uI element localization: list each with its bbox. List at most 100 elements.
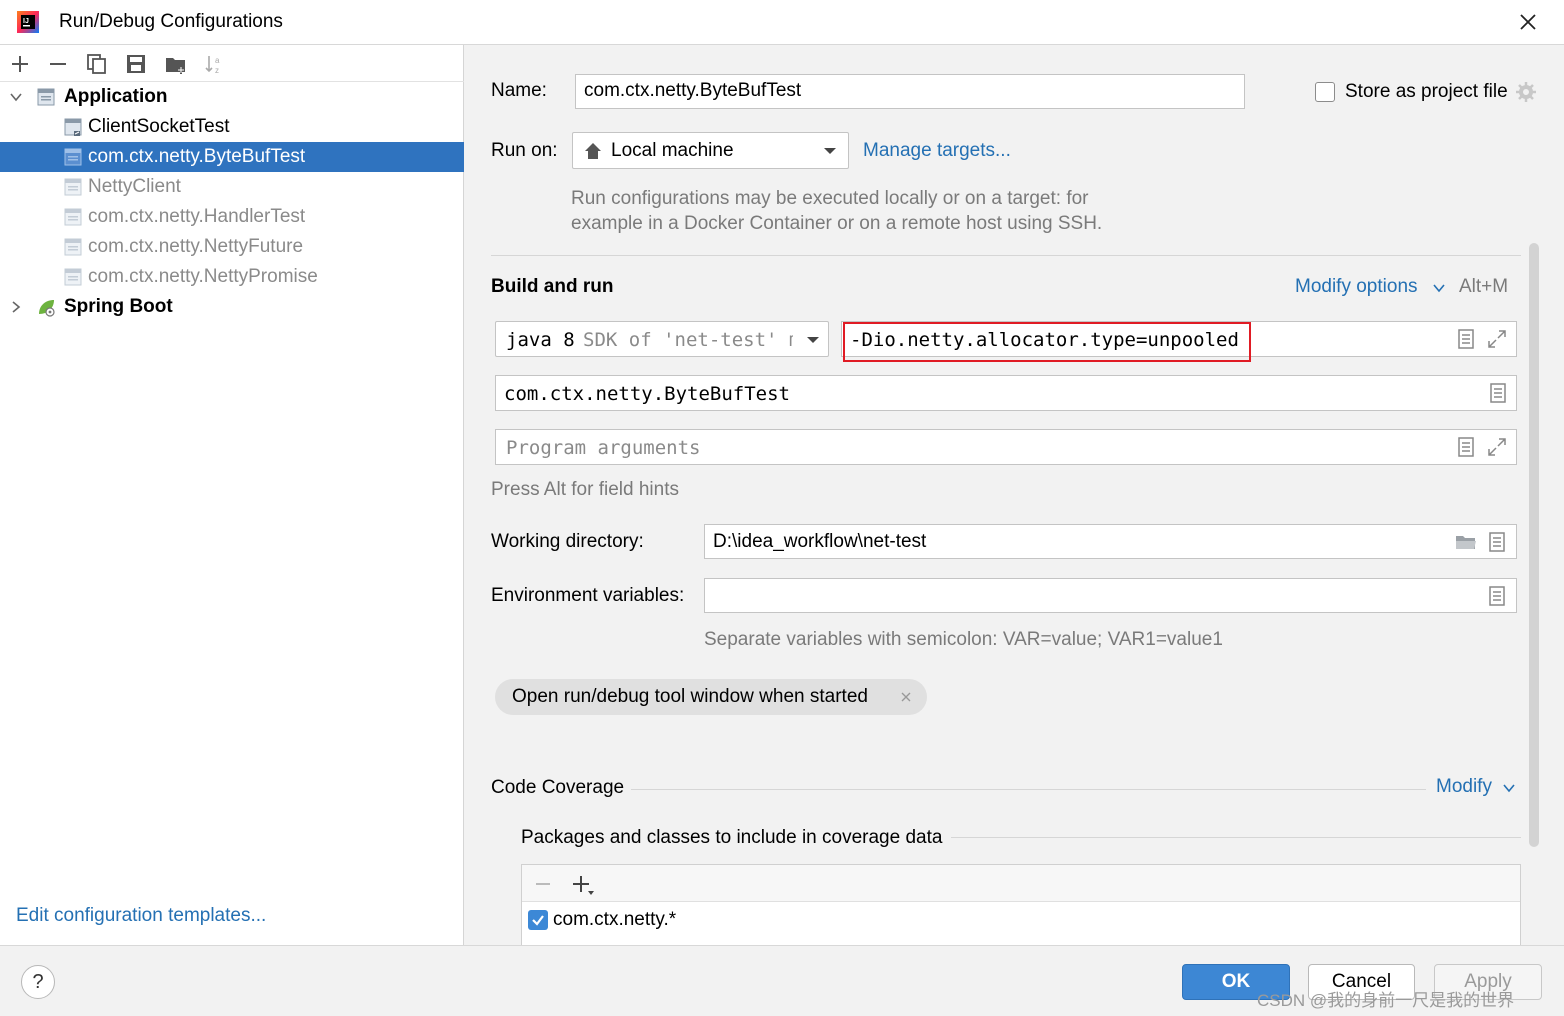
add-dropdown-icon[interactable] [571,874,597,896]
program-arguments-placeholder: Program arguments [506,437,701,459]
tree-item-netty-client[interactable]: NettyClient [0,172,464,202]
run-on-dropdown[interactable]: Local machine [572,132,849,169]
scrollbar[interactable] [1529,243,1539,847]
add-icon[interactable] [8,52,32,76]
close-icon[interactable] [900,691,912,703]
window-title: Run/Debug Configurations [59,11,283,32]
chevron-right-icon[interactable] [8,299,24,315]
gear-icon[interactable] [1515,81,1537,103]
tree-item-handler-test[interactable]: com.ctx.netty.HandlerTest [0,202,464,232]
separator [491,255,1521,256]
coverage-entry-checkbox[interactable] [528,910,548,930]
separator [951,837,1521,838]
spring-boot-icon [39,300,55,317]
coverage-modify-link[interactable]: Modify [1436,776,1492,798]
environment-variables-label: Environment variables: [491,585,685,606]
application-config-icon [64,238,82,256]
tree-item-client-socket-test[interactable]: ClientSocketTest [0,112,464,142]
store-as-project-file-label: Store as project file [1345,81,1508,102]
program-arguments-input[interactable]: Program arguments [495,429,1517,465]
jre-dropdown[interactable]: java 8 SDK of 'net-test' mo [495,321,829,357]
working-directory-label: Working directory: [491,531,644,552]
checkmark-icon [532,915,544,926]
svg-text:IJ: IJ [23,18,29,25]
code-coverage-heading: Code Coverage [491,777,625,798]
chevron-down-icon [807,337,819,343]
coverage-packages-label: Packages and classes to include in cover… [521,827,943,848]
separator [631,789,1426,790]
svg-text:a: a [215,56,220,65]
run-on-hint-line2: example in a Docker Container or on a re… [571,213,1103,234]
run-on-label: Run on: [491,140,558,161]
modify-options-shortcut: Alt+M [1459,276,1509,297]
tree-item-netty-future[interactable]: com.ctx.netty.NettyFuture [0,232,464,262]
title-bar: IJ Run/Debug Configurations [0,0,1564,45]
dialog-button-bar: ? OK Cancel Apply CSDN @我的身前一尺是我的世界 [0,945,1564,1016]
environment-variables-hint: Separate variables with semicolon: VAR=v… [704,629,1223,650]
remove-icon[interactable] [46,52,70,76]
folder-add-icon[interactable] [164,52,188,76]
application-config-icon [64,118,82,136]
application-config-icon [64,208,82,226]
field-hints-text: Press Alt for field hints [491,479,679,500]
chevron-down-icon[interactable] [1432,282,1446,294]
tree-item-bytebuftest[interactable]: com.ctx.netty.ByteBufTest [0,142,464,172]
home-icon [585,143,601,159]
sort-icon[interactable]: az [202,52,226,76]
remove-icon[interactable] [533,874,553,894]
document-icon[interactable] [1457,329,1475,349]
application-config-icon [64,178,82,196]
jre-java-value: java 8 [506,329,575,351]
name-input[interactable]: com.ctx.netty.ByteBufTest [575,74,1245,109]
chevron-down-icon [824,148,836,154]
configurations-tree-panel: az Application ClientSocketTest com.ctx.… [0,45,464,945]
tree-group-spring-boot[interactable]: Spring Boot [0,292,464,322]
save-icon[interactable] [124,52,148,76]
watermark: CSDN @我的身前一尺是我的世界 [1257,991,1515,1010]
chevron-down-icon[interactable] [8,89,24,105]
help-button[interactable]: ? [21,965,55,999]
document-icon[interactable] [1488,532,1506,552]
intellij-app-icon: IJ [17,11,39,33]
edit-configuration-templates-link[interactable]: Edit configuration templates... [16,905,266,927]
tree-group-application[interactable]: Application [0,82,464,112]
jre-sdk-value: SDK of 'net-test' mo [583,329,793,351]
tree-group-label: Application [64,86,168,107]
open-tool-window-label: Open run/debug tool window when started [512,686,868,707]
tree-item-label: com.ctx.netty.ByteBufTest [88,146,306,167]
tree-item-label: ClientSocketTest [88,116,230,137]
expand-icon[interactable] [1487,329,1507,349]
document-icon[interactable] [1488,586,1506,606]
coverage-entry-label: com.ctx.netty.* [553,909,677,930]
working-directory-value: D:\idea_workflow\net-test [713,531,927,552]
document-icon[interactable] [1489,383,1507,403]
application-config-icon [64,148,82,166]
tree-item-label: NettyClient [88,176,181,197]
application-config-icon [64,268,82,286]
tree-group-label: Spring Boot [64,296,173,317]
working-directory-input[interactable]: D:\idea_workflow\net-test [704,524,1517,559]
store-as-project-file-checkbox[interactable] [1315,82,1335,102]
chevron-down-icon[interactable] [1502,782,1516,794]
name-label: Name: [491,80,547,101]
tree-item-netty-promise[interactable]: com.ctx.netty.NettyPromise [0,262,464,292]
run-on-hint-line1: Run configurations may be executed local… [571,188,1089,209]
document-icon[interactable] [1457,437,1475,457]
tree-item-label: com.ctx.netty.HandlerTest [88,206,306,227]
svg-text:z: z [215,66,219,75]
tree-item-label: com.ctx.netty.NettyFuture [88,236,304,257]
expand-icon[interactable] [1487,437,1507,457]
modify-options-link[interactable]: Modify options [1295,276,1418,298]
coverage-toolbar [522,865,1520,902]
name-value: com.ctx.netty.ByteBufTest [584,80,802,101]
run-on-value: Local machine [611,140,734,161]
tree-item-label: com.ctx.netty.NettyPromise [88,266,318,287]
environment-variables-input[interactable] [704,578,1517,613]
coverage-packages-panel: com.ctx.netty.* [521,864,1521,946]
copy-icon[interactable] [85,52,109,76]
main-class-input[interactable]: com.ctx.netty.ByteBufTest [495,375,1517,411]
manage-targets-link[interactable]: Manage targets... [863,140,1011,162]
folder-icon[interactable] [1455,532,1477,552]
configuration-editor: Name: com.ctx.netty.ByteBufTest Store as… [465,45,1564,946]
close-icon[interactable] [1516,10,1540,34]
